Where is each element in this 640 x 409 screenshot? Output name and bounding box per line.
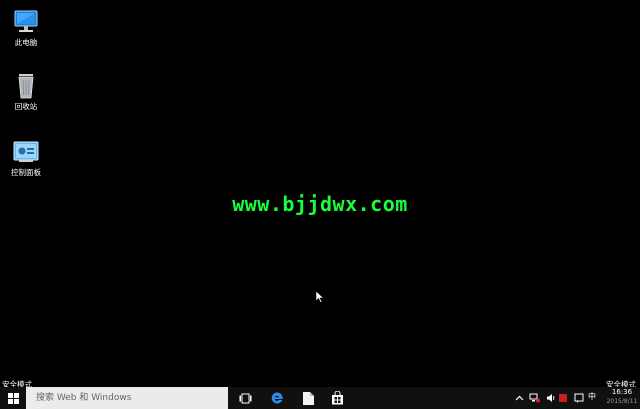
start-button[interactable]	[0, 387, 26, 409]
store-icon	[331, 391, 343, 405]
watermark-text: www.bjjdwx.com	[232, 192, 408, 216]
task-view-button[interactable]	[231, 387, 259, 409]
computer-icon	[14, 10, 38, 32]
clock-time: 16:36	[611, 388, 633, 396]
edge-browser-button[interactable]	[263, 387, 291, 409]
volume-icon	[546, 393, 554, 402]
clock-date: 2015/8/11	[606, 398, 638, 405]
system-tray: 中 16:36 2015/8/11	[512, 387, 640, 409]
desktop-icon-this-pc[interactable]: 此电脑	[0, 8, 52, 47]
desktop-icon-control-panel[interactable]: 控制面板	[0, 138, 52, 177]
task-view-icon	[239, 393, 251, 403]
volume-button[interactable]	[545, 392, 556, 403]
desktop-icon-label: 此电脑	[14, 38, 38, 47]
recycle-bin-icon	[18, 74, 34, 99]
network-icon	[529, 393, 540, 402]
show-hidden-icons-button[interactable]	[514, 392, 525, 403]
search-input[interactable]: 搜索 Web 和 Windows	[26, 387, 228, 409]
store-button[interactable]	[323, 387, 351, 409]
chevron-up-icon	[515, 395, 524, 400]
network-button[interactable]	[529, 392, 540, 403]
input-method-indicator[interactable]: 中	[588, 391, 596, 402]
clock[interactable]: 16:36 2015/8/11	[604, 388, 640, 406]
action-center-icon	[574, 393, 583, 403]
desktop-icon-label: 控制面板	[11, 168, 41, 177]
edge-browser-icon	[271, 392, 283, 404]
taskbar: 搜索 Web 和 Windows 中 16:36 2015/8/11	[0, 387, 640, 409]
search-placeholder: 搜索 Web 和 Windows	[36, 393, 132, 403]
action-center-button[interactable]	[573, 392, 584, 403]
control-panel-icon	[13, 141, 39, 162]
desktop[interactable]: 此电脑 回收站 控制面板 www.bjjdwx.com 安全模式 安全模式	[0, 0, 640, 389]
desktop-icon-label: 回收站	[14, 102, 38, 111]
desktop-icon-recycle-bin[interactable]: 回收站	[0, 72, 52, 111]
windows-logo-icon	[7, 392, 19, 404]
notification-button[interactable]	[557, 392, 568, 403]
flag-red-icon	[558, 393, 567, 402]
file-explorer-icon	[302, 391, 314, 405]
mouse-cursor-icon	[316, 291, 324, 303]
file-explorer-button[interactable]	[294, 387, 322, 409]
